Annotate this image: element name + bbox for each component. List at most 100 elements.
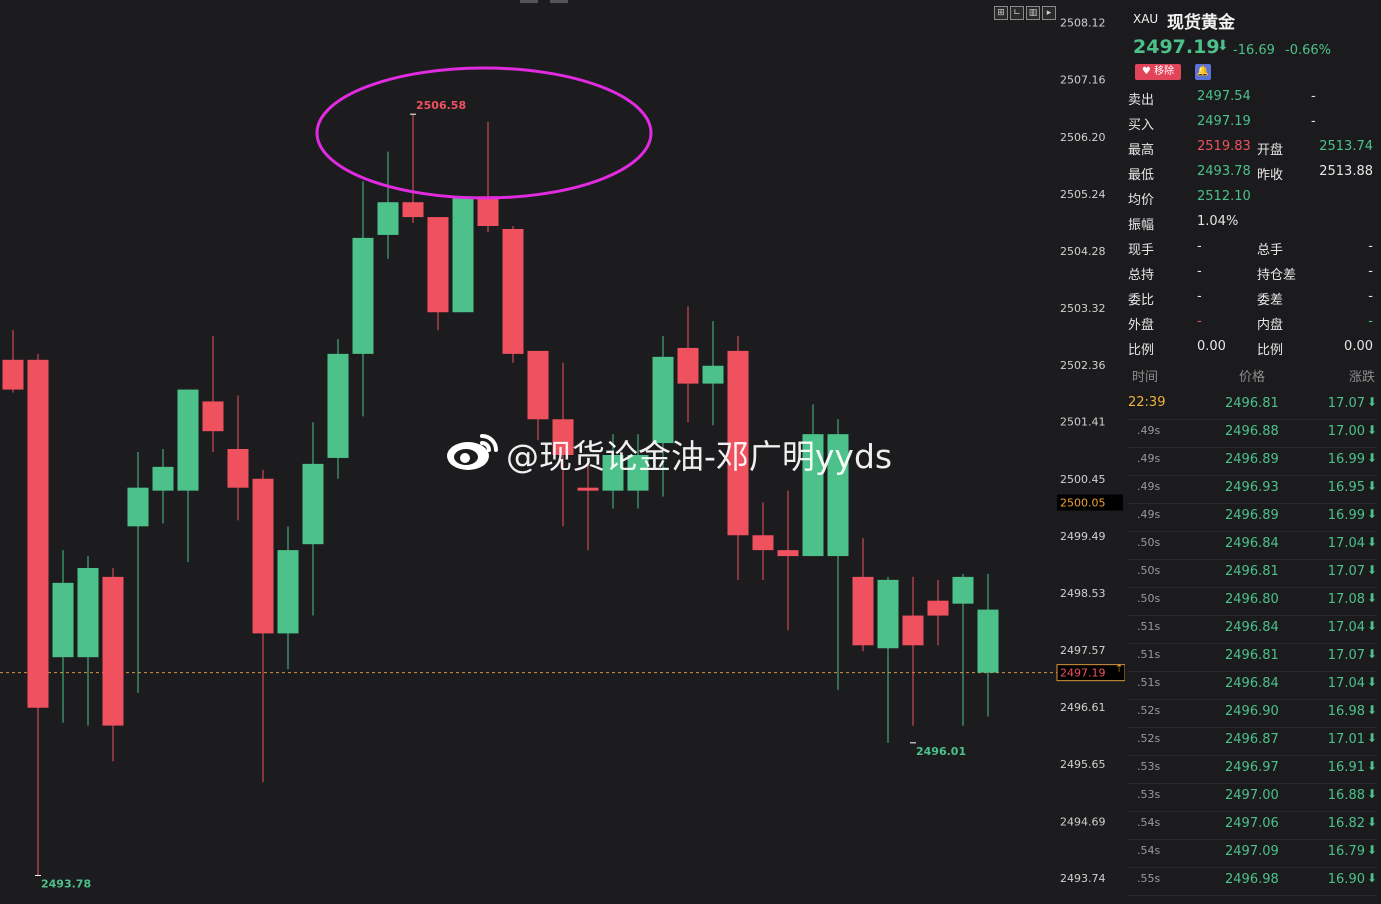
y-tick-label: 2498.53	[1060, 587, 1106, 600]
candle-body	[102, 576, 124, 726]
candle-body	[952, 576, 974, 604]
extreme-label: 2506.58	[416, 99, 466, 112]
indicator-tool-icon[interactable]: ▥	[1026, 6, 1040, 20]
quote-label-2: 内盘	[1257, 318, 1284, 333]
tick-row: .51s 2496.84 17.04 ⬇	[1129, 672, 1377, 700]
tick-price: 2496.89	[1225, 452, 1279, 467]
tick-time: .55s	[1137, 872, 1161, 885]
drawn-ellipse	[315, 66, 653, 200]
tick-price: 2496.97	[1225, 760, 1279, 775]
tick-price: 2496.87	[1225, 732, 1279, 747]
candle-body	[152, 466, 174, 491]
tick-price: 2497.09	[1225, 844, 1279, 859]
tick-change: 16.95	[1327, 480, 1365, 495]
quote-label: 振幅	[1128, 218, 1155, 233]
top-tab-1[interactable]	[520, 0, 538, 3]
quote-label-2: 开盘	[1257, 143, 1284, 158]
tick-change: 17.07	[1327, 648, 1365, 663]
down-arrow-icon: ⬇	[1366, 591, 1377, 605]
tick-time: .52s	[1137, 732, 1161, 745]
tick-change: 17.04	[1327, 676, 1365, 691]
draw-line-tool-icon[interactable]: ∟	[1010, 6, 1024, 20]
quote-value: -	[1197, 264, 1202, 279]
tick-row: 22:39 2496.81 17.07 ⬇	[1128, 392, 1377, 420]
down-arrow-icon: ⬇	[1366, 479, 1377, 493]
price-change-pct: -0.66%	[1285, 43, 1331, 58]
quote-label: 最低	[1128, 168, 1155, 183]
tick-price: 2496.93	[1225, 480, 1279, 495]
quote-label: 比例	[1128, 343, 1155, 358]
y-tick-label: 2506.20	[1060, 131, 1106, 144]
quote-value: 0.00	[1197, 339, 1226, 354]
tick-time: .51s	[1137, 648, 1161, 661]
tick-row: .53s 2496.97 16.91 ⬇	[1129, 756, 1377, 784]
ticks-header: 时间 价格 涨跌	[1125, 366, 1381, 386]
quote-label: 均价	[1128, 193, 1155, 208]
y-tick-label: 2497.57	[1060, 644, 1106, 657]
tick-price: 2496.84	[1225, 536, 1279, 551]
quote-value-2: 0.00	[1344, 339, 1373, 354]
ticks-header-change: 涨跌	[1348, 370, 1375, 385]
tick-time: .49s	[1137, 480, 1161, 493]
candle-body	[2, 359, 24, 390]
tick-row: .54s 2497.06 16.82 ⬇	[1129, 812, 1377, 840]
quote-label: 总持	[1128, 268, 1155, 283]
remove-favorite-label: 移除	[1154, 66, 1175, 77]
weibo-logo-icon	[447, 434, 498, 470]
quote-value: 2493.78	[1197, 164, 1251, 179]
alert-bell-button[interactable]: 🔔	[1195, 64, 1211, 80]
tick-change: 16.88	[1327, 788, 1365, 803]
bell-icon: 🔔	[1196, 66, 1210, 77]
tick-time: .51s	[1137, 620, 1161, 633]
down-arrow-icon: ⬇	[1366, 787, 1377, 801]
extreme-label: 2493.78	[41, 877, 91, 890]
y-tick-label: 2496.61	[1060, 701, 1106, 714]
tick-time: .50s	[1137, 536, 1161, 549]
quote-row: 买入 2497.19 -	[1125, 114, 1381, 139]
down-arrow-icon: ⬇	[1366, 507, 1377, 521]
down-arrow-icon: ⬇	[1366, 647, 1377, 661]
tick-time: .54s	[1137, 844, 1161, 857]
tick-row: .49s 2496.89 16.99 ⬇	[1129, 448, 1377, 476]
tick-price: 2496.98	[1225, 872, 1279, 887]
y-tick-label: 2505.24	[1060, 188, 1106, 201]
heart-icon: ♥	[1141, 66, 1151, 77]
candle-body	[977, 609, 999, 673]
play-replay-icon[interactable]: ▸	[1042, 6, 1056, 20]
tick-change: 16.98	[1327, 704, 1365, 719]
remove-favorite-button[interactable]: ♥ 移除	[1135, 64, 1181, 80]
top-tab-2[interactable]	[550, 0, 568, 3]
crosshair-price-label: 2500.05	[1060, 497, 1106, 510]
candle-body	[252, 478, 274, 634]
tick-row: .49s 2496.89 16.99 ⬇	[1129, 504, 1377, 532]
quote-label: 最高	[1128, 143, 1155, 158]
candle-body	[202, 401, 224, 432]
candle-body	[777, 550, 799, 557]
tick-time: .49s	[1137, 452, 1161, 465]
quote-value: 2512.10	[1197, 189, 1251, 204]
quote-value: 1.04%	[1197, 214, 1239, 229]
quote-value: -	[1197, 314, 1202, 329]
quote-label: 现手	[1128, 243, 1155, 258]
quote-row: 均价 2512.10	[1125, 189, 1381, 214]
ticks-header-price: 价格	[1239, 370, 1266, 385]
tick-row: .50s 2496.81 17.07 ⬇	[1129, 560, 1377, 588]
down-arrow-icon: ⬇	[1366, 423, 1377, 437]
quote-value: 2519.83	[1197, 139, 1251, 154]
quote-value: -	[1197, 289, 1202, 304]
quote-label-2: 昨收	[1257, 168, 1284, 183]
quote-row: 比例 0.00 比例 0.00	[1125, 339, 1381, 364]
tick-change: 17.01	[1327, 732, 1365, 747]
last-price-arrow-icon: ⇡	[1115, 664, 1123, 675]
crosshair-tool-icon[interactable]: ⊞	[994, 6, 1008, 20]
quote-value-2: -	[1368, 314, 1373, 329]
tick-row: .52s 2496.87 17.01 ⬇	[1129, 728, 1377, 756]
down-arrow-icon: ⬇	[1366, 703, 1377, 717]
candle-body	[702, 365, 724, 384]
quote-row: 振幅 1.04%	[1125, 214, 1381, 239]
y-tick-label: 2502.36	[1060, 359, 1106, 372]
tick-row: .50s 2496.80 17.08 ⬇	[1129, 588, 1377, 616]
tick-row: .49s 2496.93 16.95 ⬇	[1129, 476, 1377, 504]
symbol-name: 现货黄金	[1167, 13, 1235, 33]
tick-row: .54s 2497.09 16.79 ⬇	[1129, 840, 1377, 868]
